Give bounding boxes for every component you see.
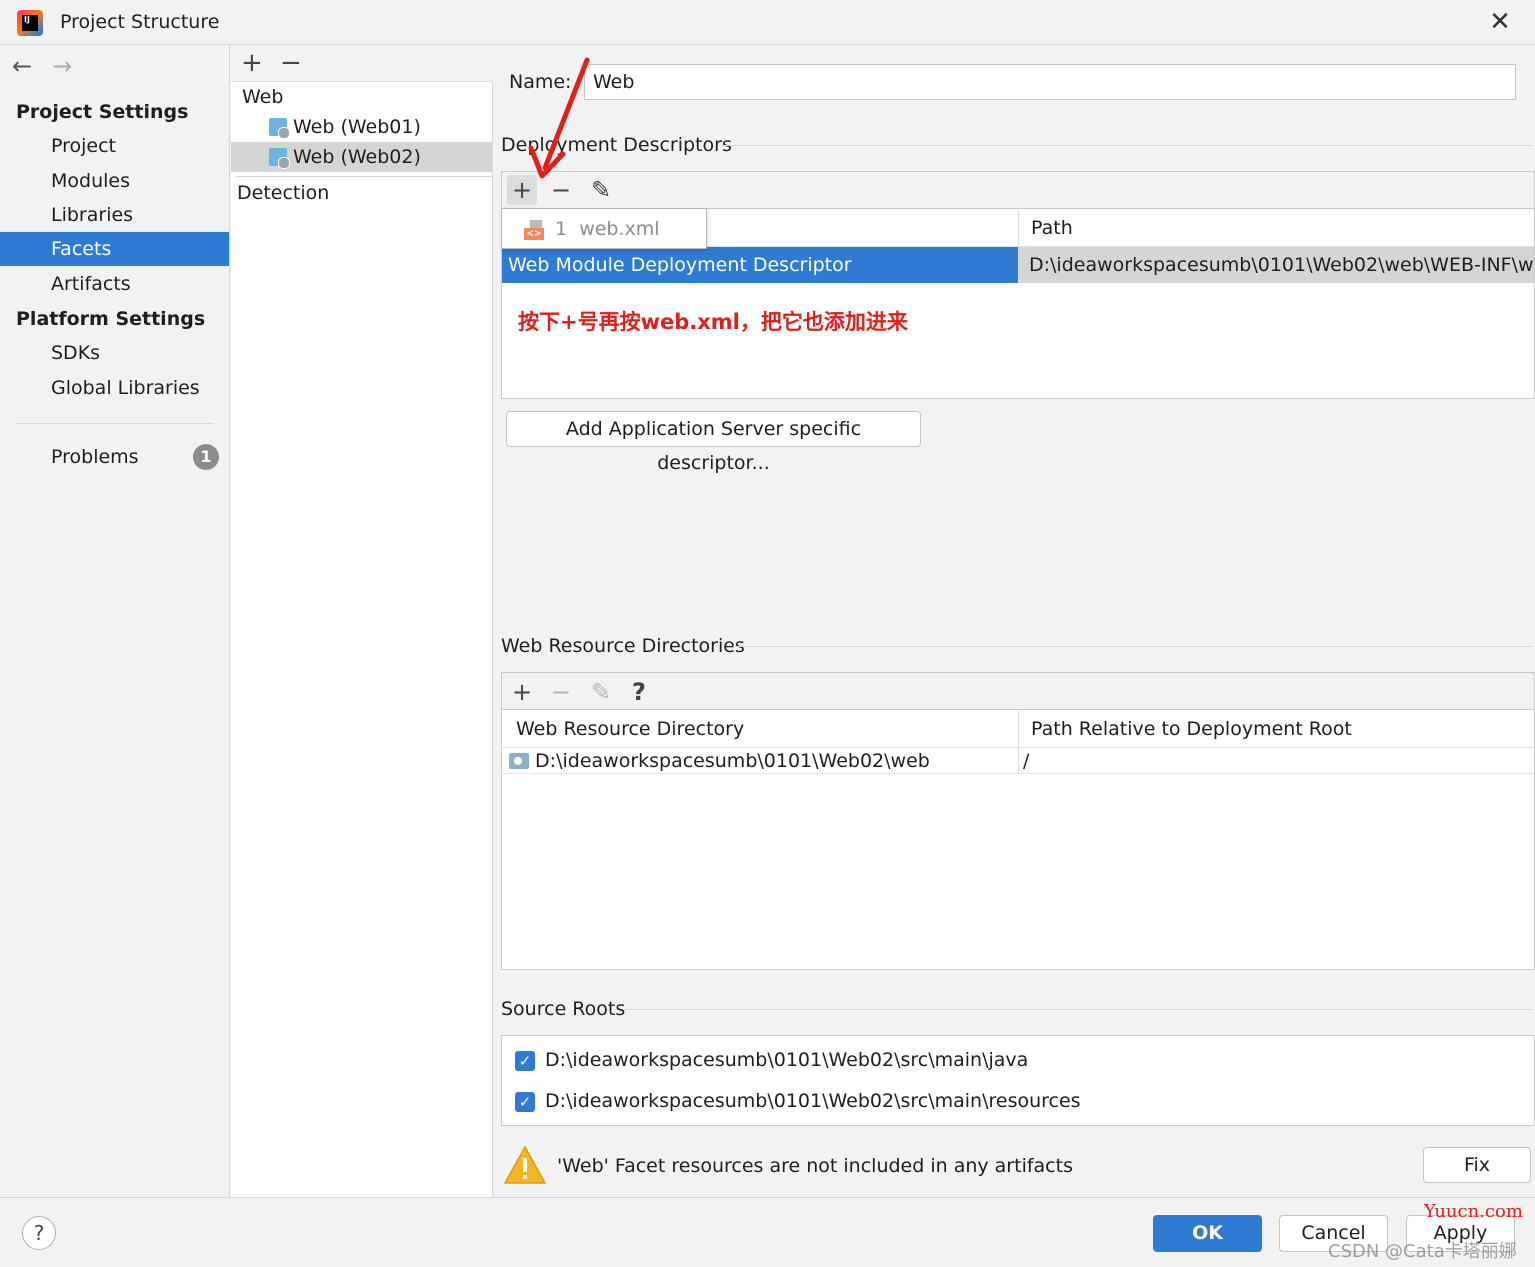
source-root-path: D:\ideaworkspacesumb\0101\Web02\src\main…	[545, 1049, 1029, 1071]
section-divider	[623, 1009, 1532, 1010]
problems-count-badge: 1	[193, 444, 219, 470]
tree-item-web01[interactable]: Web (Web01)	[231, 112, 492, 142]
descriptor-row-path[interactable]: D:\ideaworkspacesumb\0101\Web02\web\WEB-…	[1019, 247, 1534, 283]
web-resources-toolbar	[502, 673, 1534, 710]
web-facet-icon	[269, 148, 290, 169]
help-question-icon[interactable]: ?	[624, 677, 654, 707]
sidebar-item-facets[interactable]: Facets	[0, 232, 229, 266]
tree-group-web[interactable]: Web	[242, 82, 482, 112]
web-resource-directories-title: Web Resource Directories	[501, 635, 745, 657]
descriptor-row-type[interactable]: Web Module Deployment Descriptor	[502, 247, 1018, 283]
edit-resource-pencil-icon[interactable]: ✎	[586, 677, 616, 707]
add-server-descriptor-button[interactable]: Add Application Server specific descript…	[506, 411, 921, 474]
section-divider	[722, 145, 1532, 146]
annotation-text: 按下+号再按web.xml，把它也添加进来	[518, 310, 908, 334]
window-title: Project Structure	[60, 11, 220, 33]
help-icon[interactable]: ?	[22, 1216, 56, 1250]
intellij-logo-icon: IJ	[17, 10, 43, 36]
fix-button[interactable]: Fix	[1423, 1147, 1531, 1183]
column-header-path[interactable]: Path	[1019, 210, 1534, 247]
sidebar-item-artifacts[interactable]: Artifacts	[0, 267, 229, 301]
source-root-checkbox[interactable]: ✓	[515, 1092, 535, 1112]
annotation-arrow-icon	[528, 57, 590, 179]
add-resource-button[interactable]: +	[507, 677, 537, 707]
remove-facet-button[interactable]: −	[280, 50, 302, 76]
watermark-site: Yuucn.com	[1424, 1201, 1523, 1222]
platform-settings-heading: Platform Settings	[16, 308, 206, 330]
source-root-path: D:\ideaworkspacesumb\0101\Web02\src\main…	[545, 1090, 1081, 1112]
sidebar-divider	[16, 423, 214, 424]
xml-file-icon: <>	[524, 220, 544, 240]
section-divider	[733, 646, 1532, 647]
back-arrow-icon[interactable]: ←	[12, 52, 32, 80]
sidebar-item-modules[interactable]: Modules	[0, 164, 229, 198]
add-facet-button[interactable]: +	[241, 50, 263, 76]
column-header-path-relative[interactable]: Path Relative to Deployment Root	[1019, 711, 1534, 748]
relative-path-cell[interactable]: /	[1023, 749, 1029, 773]
sidebar-item-libraries[interactable]: Libraries	[0, 198, 229, 232]
resource-directory-cell[interactable]: D:\ideaworkspacesumb\0101\Web02\web	[509, 749, 930, 773]
warning-text: 'Web' Facet resources are not included i…	[557, 1155, 1073, 1177]
tree-item-label: Web (Web01)	[293, 116, 421, 138]
deployment-toolbar	[502, 172, 1534, 209]
add-descriptor-popup[interactable]: <> 1 web.xml	[501, 208, 707, 249]
sidebar-item-sdks[interactable]: SDKs	[0, 336, 229, 370]
close-icon[interactable]: ✕	[1487, 9, 1513, 36]
sidebar-item-project[interactable]: Project	[0, 129, 229, 163]
sidebar-item-global-libraries[interactable]: Global Libraries	[0, 371, 229, 405]
tree-toolbar	[231, 45, 493, 82]
popup-item-web-xml[interactable]: 1 web.xml	[555, 218, 660, 240]
title-bar	[0, 0, 1535, 45]
watermark-author: CSDN @Cata卡塔丽娜	[1328, 1241, 1517, 1262]
tree-divider	[236, 176, 491, 177]
facet-name-input[interactable]	[584, 64, 1516, 100]
tree-item-label: Web (Web02)	[293, 146, 421, 168]
ok-button[interactable]: OK	[1153, 1215, 1262, 1252]
source-root-checkbox[interactable]: ✓	[515, 1051, 535, 1071]
facet-tree	[231, 45, 493, 1197]
forward-arrow-icon[interactable]: →	[52, 52, 72, 80]
tree-item-web02[interactable]: Web (Web02)	[231, 142, 492, 172]
warning-icon	[504, 1146, 546, 1184]
tree-item-detection[interactable]: Detection	[237, 178, 487, 208]
project-settings-heading: Project Settings	[16, 101, 189, 123]
web-folder-icon	[509, 753, 529, 769]
column-header-web-resource-directory[interactable]: Web Resource Directory	[502, 711, 1018, 748]
web-facet-icon	[269, 118, 290, 139]
remove-resource-button[interactable]: −	[546, 677, 576, 707]
source-roots-title: Source Roots	[501, 998, 626, 1020]
